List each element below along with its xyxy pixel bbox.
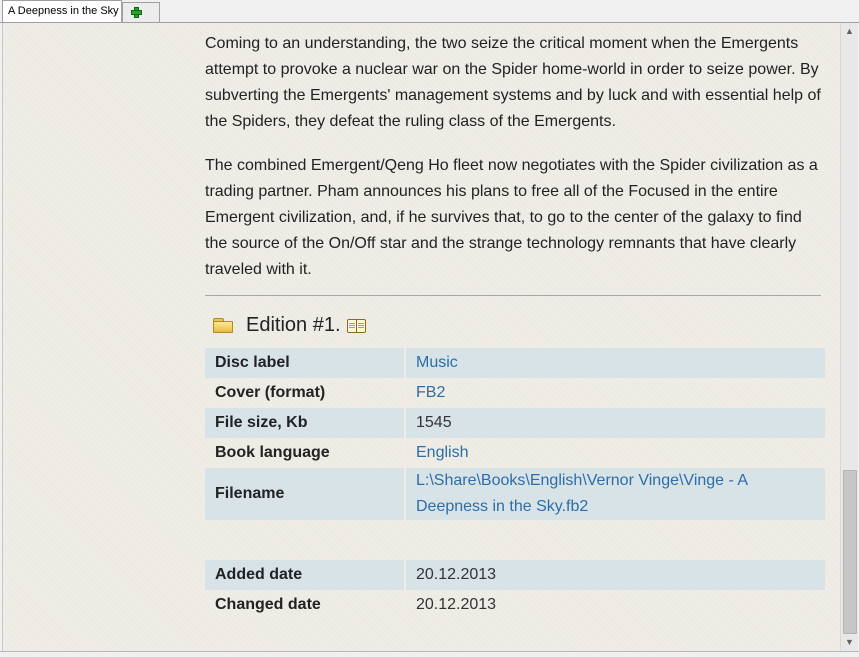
tab-bar: A Deepness in the Sky [0, 0, 859, 23]
spacer-row [205, 520, 825, 560]
edition-header: Edition #1. [205, 312, 823, 338]
table-row: File size, Kb 1545 [205, 408, 825, 438]
row-label: Cover (format) [205, 378, 406, 408]
row-label: Book language [205, 438, 406, 468]
row-label: Filename [205, 468, 406, 520]
plus-icon [131, 7, 142, 18]
section-divider [205, 295, 821, 296]
table-row: Disc label Music [205, 348, 825, 378]
vertical-scrollbar[interactable]: ▲ ▼ [840, 23, 858, 651]
table-row: Cover (format) FB2 [205, 378, 825, 408]
table-row: Filename L:\Share\Books\English\Vernor V… [205, 468, 825, 520]
disc-label-link[interactable]: Music [406, 348, 825, 378]
book-details-content: Coming to an understanding, the two seiz… [205, 31, 825, 620]
book-language-link[interactable]: English [406, 438, 825, 468]
folder-open-icon [213, 318, 233, 333]
book-details-view[interactable]: Coming to an understanding, the two seiz… [2, 23, 841, 651]
row-label: Changed date [205, 590, 406, 620]
book-icon[interactable] [346, 317, 366, 333]
added-date-value: 20.12.2013 [406, 560, 825, 590]
description-paragraph: The combined Emergent/Qeng Ho fleet now … [205, 157, 818, 278]
tab-a-deepness-in-the-sky[interactable]: A Deepness in the Sky [2, 0, 122, 22]
edition-title: Edition #1. [246, 313, 341, 336]
table-row: Book language English [205, 438, 825, 468]
edition-info-table: Disc label Music Cover (format) FB2 File… [205, 348, 825, 620]
scroll-up-icon[interactable]: ▲ [841, 23, 858, 40]
file-size-value: 1545 [406, 408, 825, 438]
description-paragraph: Coming to an understanding, the two seiz… [205, 35, 821, 130]
row-label: File size, Kb [205, 408, 406, 438]
table-row: Added date 20.12.2013 [205, 560, 825, 590]
tab-label: A Deepness in the Sky [8, 5, 119, 17]
table-row: Changed date 20.12.2013 [205, 590, 825, 620]
scroll-down-icon[interactable]: ▼ [841, 634, 858, 651]
scrollbar-thumb[interactable] [843, 470, 857, 634]
window-bottom-border [0, 651, 859, 657]
row-label: Added date [205, 560, 406, 590]
row-label: Disc label [205, 348, 406, 378]
cover-format-link[interactable]: FB2 [406, 378, 825, 408]
changed-date-value: 20.12.2013 [416, 596, 497, 613]
filename-link[interactable]: L:\Share\Books\English\Vernor Vinge\Ving… [406, 468, 825, 520]
add-tab-button[interactable] [122, 2, 160, 22]
